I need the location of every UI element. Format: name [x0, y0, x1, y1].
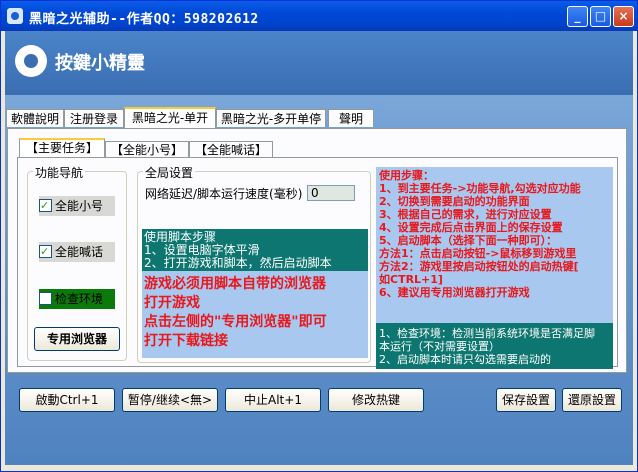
- tab-main-task[interactable]: 【主要任务】: [19, 138, 105, 159]
- checkbox-unchecked-icon: [39, 292, 52, 305]
- start-button[interactable]: 啟動Ctrl+1: [19, 388, 115, 412]
- checkbox-checked-icon: [39, 242, 52, 262]
- logo-text: 按鍵小精靈: [55, 53, 145, 74]
- checkbox-all-alt[interactable]: 全能小号: [39, 196, 115, 216]
- notice-line: 点击左侧的"专用浏览器"即可: [144, 314, 327, 330]
- usage-line: 如CTRL+1]: [379, 273, 443, 286]
- restore-settings-button[interactable]: 還原設置: [562, 388, 622, 412]
- script-step-line: 2、打开游戏和脚本，然后启动脚本: [144, 256, 332, 270]
- banner: 按鍵小精靈: [5, 31, 633, 95]
- checkbox-checked-icon: [39, 196, 52, 216]
- stop-button[interactable]: 中止Alt+1: [225, 388, 321, 412]
- notice-line: 打开下载链接: [144, 333, 228, 349]
- checkbox-check-env[interactable]: 检查环境: [39, 289, 115, 309]
- hint-line: 1、检查环境：检测当前系统环境是否满足脚: [379, 327, 595, 340]
- usage-line: 4、设置完成后点击界面上的保存设置: [379, 221, 563, 234]
- checkbox-label: 检查环境: [55, 292, 104, 306]
- hint-line: 本运行（不对需要设置）: [379, 340, 500, 353]
- usage-steps: 使用步骤： 1、到主要任务->功能导航,勾选对应功能 2、切换到需要启动的功能界…: [376, 167, 613, 323]
- tab-multi-open[interactable]: 黑暗之光-多开单停: [216, 109, 326, 127]
- minimize-button[interactable]: _: [567, 6, 588, 27]
- tab-statement[interactable]: 聲明: [328, 109, 374, 127]
- notice-line: 打开游戏: [144, 295, 200, 311]
- logo-icon: [15, 45, 47, 77]
- script-steps-box: 使用脚本步骤 1、设置电脑字体平滑 2、打开游戏和脚本，然后启动脚本: [142, 229, 368, 271]
- delay-label: 网络延迟/脚本运行速度(毫秒): [145, 187, 303, 201]
- hotkey-button[interactable]: 修改热键: [328, 388, 424, 412]
- browser-notice: 游戏必须用脚本自带的浏览器 打开游戏 点击左侧的"专用浏览器"即可 打开下载链接: [142, 271, 368, 358]
- usage-line: 6、建议用专用浏览器打开游戏: [379, 286, 530, 299]
- tab-register-login[interactable]: 注册登录: [64, 109, 124, 127]
- checkbox-all-shout[interactable]: 全能喊话: [39, 242, 115, 262]
- hints-box: 1、检查环境：检测当前系统环境是否满足脚 本运行（不对需要设置） 2、启动脚本时…: [376, 323, 613, 369]
- usage-line: 使用步骤：: [379, 169, 434, 182]
- usage-line: 2、切换到需要启动的功能界面: [379, 195, 530, 208]
- usage-line: 5、启动脚本（选择下面一种即可）：: [379, 234, 558, 247]
- title-bar[interactable]: 黑暗之光辅助--作者QQ：598202612 _ □ ×: [1, 1, 637, 31]
- usage-line: 方法2：游戏里按启动按钮处的启动热键[: [379, 260, 579, 273]
- window-title: 黑暗之光辅助--作者QQ：598202612: [29, 12, 259, 27]
- notice-line: 游戏必须用脚本自带的浏览器: [144, 276, 326, 292]
- checkbox-label: 全能小号: [55, 199, 104, 213]
- delay-input[interactable]: 0: [307, 185, 355, 201]
- nav-group-title: 功能导航: [33, 164, 86, 181]
- global-group-title: 全局设置: [143, 164, 196, 181]
- close-button[interactable]: ×: [613, 6, 634, 27]
- main-window: 黑暗之光辅助--作者QQ：598202612 _ □ × 按鍵小精靈 軟體說明 …: [0, 0, 638, 472]
- save-settings-button[interactable]: 保存設置: [496, 388, 556, 412]
- maximize-button[interactable]: □: [590, 6, 611, 27]
- usage-line: 3、根据自己的需求，进行对应设置: [379, 208, 552, 221]
- browser-button[interactable]: 专用浏览器: [34, 327, 120, 351]
- usage-line: 方法1：点击启动按钮->鼠标移到游戏里: [379, 247, 577, 260]
- tab-single-open[interactable]: 黑暗之光-单开: [124, 107, 216, 128]
- app-icon: [7, 8, 23, 24]
- usage-line: 1、到主要任务->功能导航,勾选对应功能: [379, 182, 581, 195]
- pause-button[interactable]: 暂停/继续<無>: [122, 388, 218, 412]
- tab-software-info[interactable]: 軟體說明: [6, 109, 64, 127]
- hint-line: 2、启动脚本时请只勾选需要启动的: [379, 353, 551, 366]
- checkbox-label: 全能喊话: [55, 245, 104, 259]
